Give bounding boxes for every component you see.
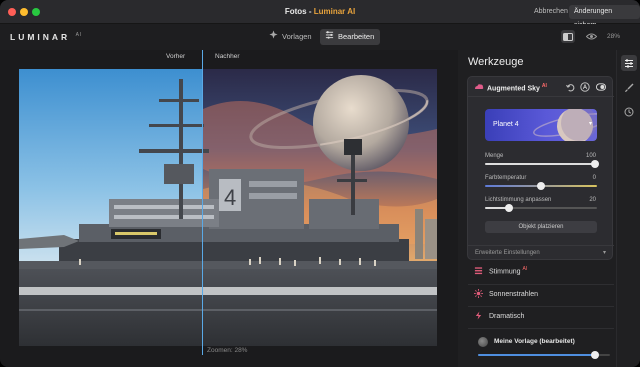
- amount-slider-fill: [485, 163, 597, 165]
- before-label: Vorher: [166, 53, 186, 60]
- mood-icon: [474, 266, 483, 277]
- tab-edit[interactable]: Bearbeiten: [320, 29, 381, 45]
- scene-relight-label: Lichtstimmung anpassen: [485, 197, 552, 203]
- color-temperature-value: 0: [592, 175, 596, 181]
- history-icon[interactable]: [621, 104, 637, 120]
- adjustments-icon[interactable]: [621, 55, 637, 71]
- preset-name: Meine Vorlage (bearbeitet): [494, 338, 575, 345]
- scene-relight-slider-knob[interactable]: [504, 204, 513, 212]
- chevron-down-icon: ▾: [602, 250, 606, 256]
- tab-templates[interactable]: Vorlagen: [264, 29, 318, 45]
- edit-icon: [325, 29, 334, 45]
- svg-text:4: 4: [224, 185, 236, 210]
- after-label: Nachher: [215, 53, 240, 60]
- brush-icon[interactable]: [621, 80, 637, 96]
- sunrays-icon: [474, 288, 483, 300]
- augmented-sky-card: Augmented Sky AI Planet 4 ▾ Menge 100 Fa…: [467, 76, 614, 261]
- app-window: Fotos - Luminar AI Abbrechen Änderungen …: [0, 0, 640, 367]
- luminar-logo: LUMINAR AI: [10, 32, 83, 42]
- compare-icon[interactable]: [561, 30, 575, 43]
- augmented-sky-title: Augmented Sky AI: [487, 83, 547, 93]
- tool-category-strip: [616, 50, 640, 367]
- tool-dramatic-label: Dramatisch: [489, 312, 525, 320]
- eye-icon[interactable]: [584, 30, 598, 43]
- templates-icon: [269, 29, 278, 45]
- divider: [468, 306, 614, 307]
- tool-mood-label: Stimmung AI: [489, 266, 528, 276]
- advanced-settings-toggle[interactable]: Erweiterte Einstellungen ▾: [468, 245, 614, 261]
- tools-panel: Werkzeuge Augmented Sky AI Planet 4 ▾ Me…: [458, 50, 616, 367]
- title-bar: Fotos - Luminar AI Abbrechen Änderungen …: [0, 0, 640, 29]
- visibility-toggle-icon[interactable]: [596, 82, 606, 92]
- toolbar: LUMINAR AI Vorlagen Bearbeiten 28%: [0, 24, 640, 50]
- scene-relight-value: 20: [589, 197, 596, 203]
- color-temperature-slider[interactable]: [485, 182, 597, 190]
- place-object-button[interactable]: Objekt platzieren: [485, 221, 597, 233]
- sky-icon: [474, 83, 484, 93]
- zoom-level[interactable]: 28%: [607, 33, 620, 40]
- save-changes-button[interactable]: Änderungen sichern: [569, 5, 640, 29]
- dramatic-icon: [474, 310, 483, 322]
- ai-mask-icon[interactable]: [580, 82, 590, 92]
- preset-strength-slider-fill: [478, 354, 597, 356]
- tool-sunrays-label: Sonnenstrahlen: [489, 290, 539, 298]
- preset-strength-slider-knob[interactable]: [591, 351, 600, 359]
- color-temperature-slider-knob[interactable]: [537, 182, 545, 190]
- scene-relight-slider[interactable]: [485, 204, 597, 212]
- photo-preview[interactable]: 4: [19, 69, 437, 346]
- preset-strength-slider[interactable]: [478, 351, 610, 359]
- advanced-settings-label: Erweiterte Einstellungen: [475, 250, 540, 256]
- tool-sunrays[interactable]: Sonnenstrahlen: [474, 287, 538, 301]
- before-after-divider[interactable]: [202, 50, 203, 355]
- sky-preset-name: Planet 4: [493, 121, 519, 128]
- preset-strength: Meine Vorlage (bearbeitet): [467, 334, 613, 362]
- divider: [468, 328, 614, 329]
- divider: [468, 284, 614, 285]
- color-temperature-label: Farbtemperatur: [485, 175, 527, 181]
- chevron-down-icon: ▾: [588, 121, 592, 127]
- zoom-status: Zoomen: 28%: [207, 347, 248, 354]
- amount-slider[interactable]: [485, 160, 599, 168]
- panel-title: Werkzeuge: [468, 56, 524, 68]
- preset-thumbnail: [478, 337, 488, 347]
- amount-slider-knob[interactable]: [591, 160, 599, 168]
- tab-edit-label: Bearbeiten: [338, 32, 375, 41]
- amount-value: 100: [585, 153, 596, 159]
- amount-label: Menge: [485, 153, 504, 159]
- tool-dramatic[interactable]: Dramatisch: [474, 309, 524, 323]
- tool-mood[interactable]: Stimmung AI: [474, 264, 527, 278]
- reset-icon[interactable]: [565, 82, 575, 92]
- tab-templates-label: Vorlagen: [282, 32, 312, 41]
- augmented-sky-header[interactable]: Augmented Sky AI: [468, 77, 614, 97]
- cancel-button[interactable]: Abbrechen: [529, 5, 573, 19]
- sky-selection-dropdown[interactable]: Planet 4 ▾: [485, 109, 597, 141]
